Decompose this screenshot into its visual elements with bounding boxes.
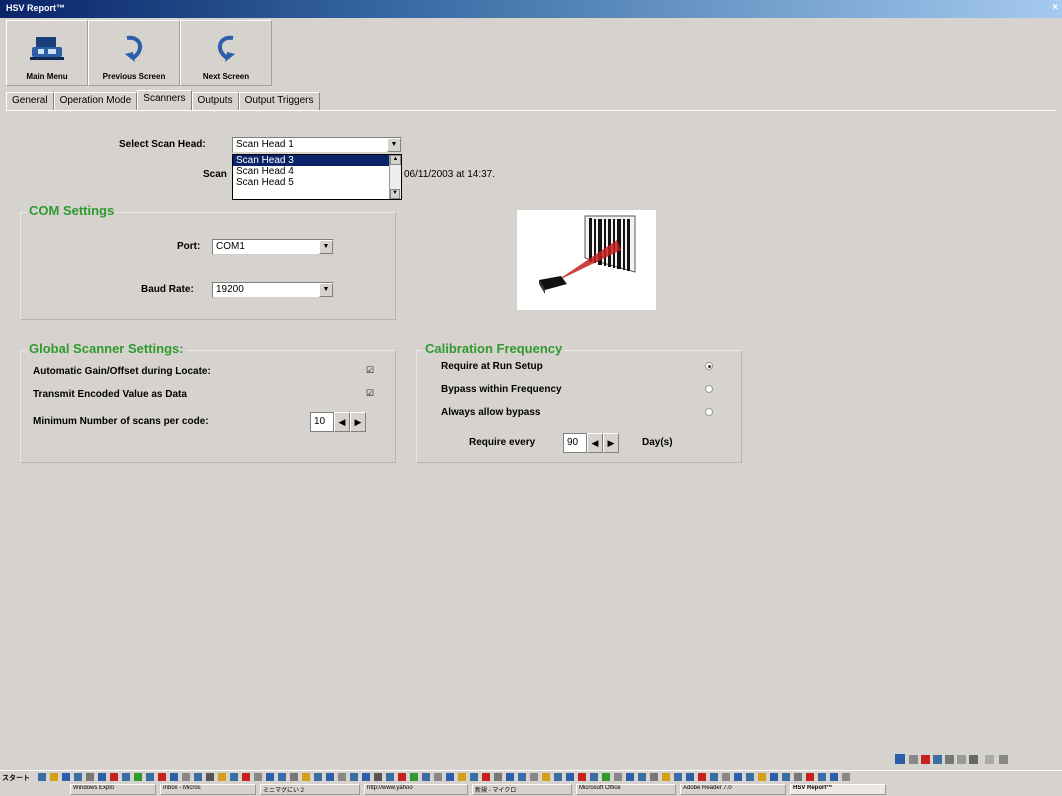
tab-output-triggers[interactable]: Output Triggers: [238, 92, 320, 110]
toolbar: Main Menu Previous Screen Next Screen: [6, 20, 272, 86]
dropdown-option[interactable]: Scan Head 3: [233, 155, 401, 166]
system-tray: [893, 752, 1062, 770]
calibration-frequency-title: Calibration Frequency: [423, 341, 565, 356]
scan-head-value: Scan Head 1: [236, 139, 294, 150]
taskbar-item[interactable]: Microsoft Office: [576, 784, 676, 795]
always-bypass-label: Always allow bypass: [441, 407, 541, 418]
previous-screen-label: Previous Screen: [102, 72, 166, 81]
require-run-setup-label: Require at Run Setup: [441, 361, 543, 372]
scan-status-prefix: Scan: [203, 169, 227, 180]
tab-scanners[interactable]: Scanners: [137, 90, 192, 110]
chevron-down-icon[interactable]: ▼: [319, 240, 333, 254]
bypass-frequency-radio[interactable]: [705, 385, 713, 393]
com-settings-group: [20, 212, 396, 320]
port-label: Port:: [177, 241, 201, 252]
chevron-down-icon[interactable]: ▼: [319, 283, 333, 297]
window-title: HSV Report™: [6, 3, 66, 13]
taskbar-item[interactable]: ミニマグにい 2: [260, 784, 360, 795]
main-menu-label: Main Menu: [26, 72, 68, 81]
taskbar-item[interactable]: Inbox - Micros: [160, 784, 256, 795]
min-scans-stepper[interactable]: 10 ◀ ▶: [310, 412, 366, 432]
start-button[interactable]: スタート: [2, 773, 32, 785]
require-every-stepper[interactable]: 90 ◀ ▶: [563, 433, 619, 453]
dropdown-option[interactable]: Scan Head 4: [233, 166, 401, 177]
decrement-icon[interactable]: ◀: [334, 412, 350, 432]
tab-strip: General Operation Mode Scanners Outputs …: [6, 90, 320, 110]
dropdown-option[interactable]: Scan Head 5: [233, 177, 401, 188]
scan-head-label: Select Scan Head:: [119, 139, 206, 150]
close-icon[interactable]: ×: [1052, 2, 1058, 13]
increment-icon[interactable]: ▶: [603, 433, 619, 453]
baud-rate-value: 19200: [216, 284, 244, 295]
require-run-setup-radio[interactable]: [705, 362, 713, 370]
bypass-frequency-label: Bypass within Frequency: [441, 384, 562, 395]
chevron-down-icon[interactable]: ▼: [387, 138, 401, 152]
port-value: COM1: [216, 241, 245, 252]
next-screen-label: Next Screen: [202, 72, 250, 81]
quick-launch-icons: [38, 773, 850, 781]
tab-general[interactable]: General: [6, 92, 54, 110]
taskbar-item[interactable]: Windows Explo: [70, 784, 156, 795]
min-scans-value[interactable]: 10: [310, 412, 334, 432]
require-every-value[interactable]: 90: [563, 433, 587, 453]
tab-divider: [6, 110, 1056, 111]
decrement-icon[interactable]: ◀: [587, 433, 603, 453]
auto-gain-checkbox[interactable]: ☑: [366, 365, 374, 376]
scan-head-dropdown: Scan Head 3 Scan Head 4 Scan Head 5 ▲ ▼: [232, 154, 402, 200]
back-arrow-icon: [114, 32, 154, 66]
scan-status-text: 06/11/2003 at 14:37.: [404, 169, 496, 180]
forward-arrow-icon: [206, 32, 246, 66]
port-select[interactable]: COM1 ▼: [212, 239, 334, 255]
main-menu-button[interactable]: Main Menu: [6, 20, 88, 86]
scanner-illustration: [517, 210, 656, 310]
global-scanner-settings-title: Global Scanner Settings:: [27, 341, 186, 356]
min-scans-label: Minimum Number of scans per code:: [33, 416, 209, 427]
always-bypass-radio[interactable]: [705, 408, 713, 416]
baud-rate-label: Baud Rate:: [141, 284, 194, 295]
days-label: Day(s): [642, 437, 673, 448]
taskbar-item[interactable]: 新規 - マイクロ: [472, 784, 572, 795]
scroll-down-icon[interactable]: ▼: [390, 189, 400, 199]
computer-icon: [27, 32, 67, 66]
increment-icon[interactable]: ▶: [350, 412, 366, 432]
com-settings-title: COM Settings: [27, 203, 117, 218]
next-screen-button[interactable]: Next Screen: [180, 20, 272, 86]
tab-outputs[interactable]: Outputs: [191, 92, 239, 110]
scroll-up-icon[interactable]: ▲: [390, 155, 401, 165]
baud-rate-select[interactable]: 19200 ▼: [212, 282, 334, 298]
transmit-encoded-checkbox[interactable]: ☑: [366, 388, 374, 399]
transmit-encoded-label: Transmit Encoded Value as Data: [33, 389, 187, 400]
title-bar: HSV Report™ ×: [0, 0, 1062, 18]
auto-gain-label: Automatic Gain/Offset during Locate:: [33, 366, 211, 377]
taskbar-item[interactable]: http://www.yahoo: [364, 784, 468, 795]
previous-screen-button[interactable]: Previous Screen: [88, 20, 180, 86]
taskbar: スタート Windows Explo Inbox - Micros ミニマグにい…: [0, 770, 1062, 796]
require-every-label: Require every: [469, 437, 536, 448]
dropdown-scrollbar[interactable]: ▲ ▼: [389, 155, 401, 199]
taskbar-item[interactable]: HSV Report™: [790, 784, 886, 795]
tab-operation-mode[interactable]: Operation Mode: [53, 92, 138, 110]
taskbar-item[interactable]: Adobe Reader 7.0: [680, 784, 786, 795]
scan-head-select[interactable]: Scan Head 1 ▼: [232, 137, 402, 153]
